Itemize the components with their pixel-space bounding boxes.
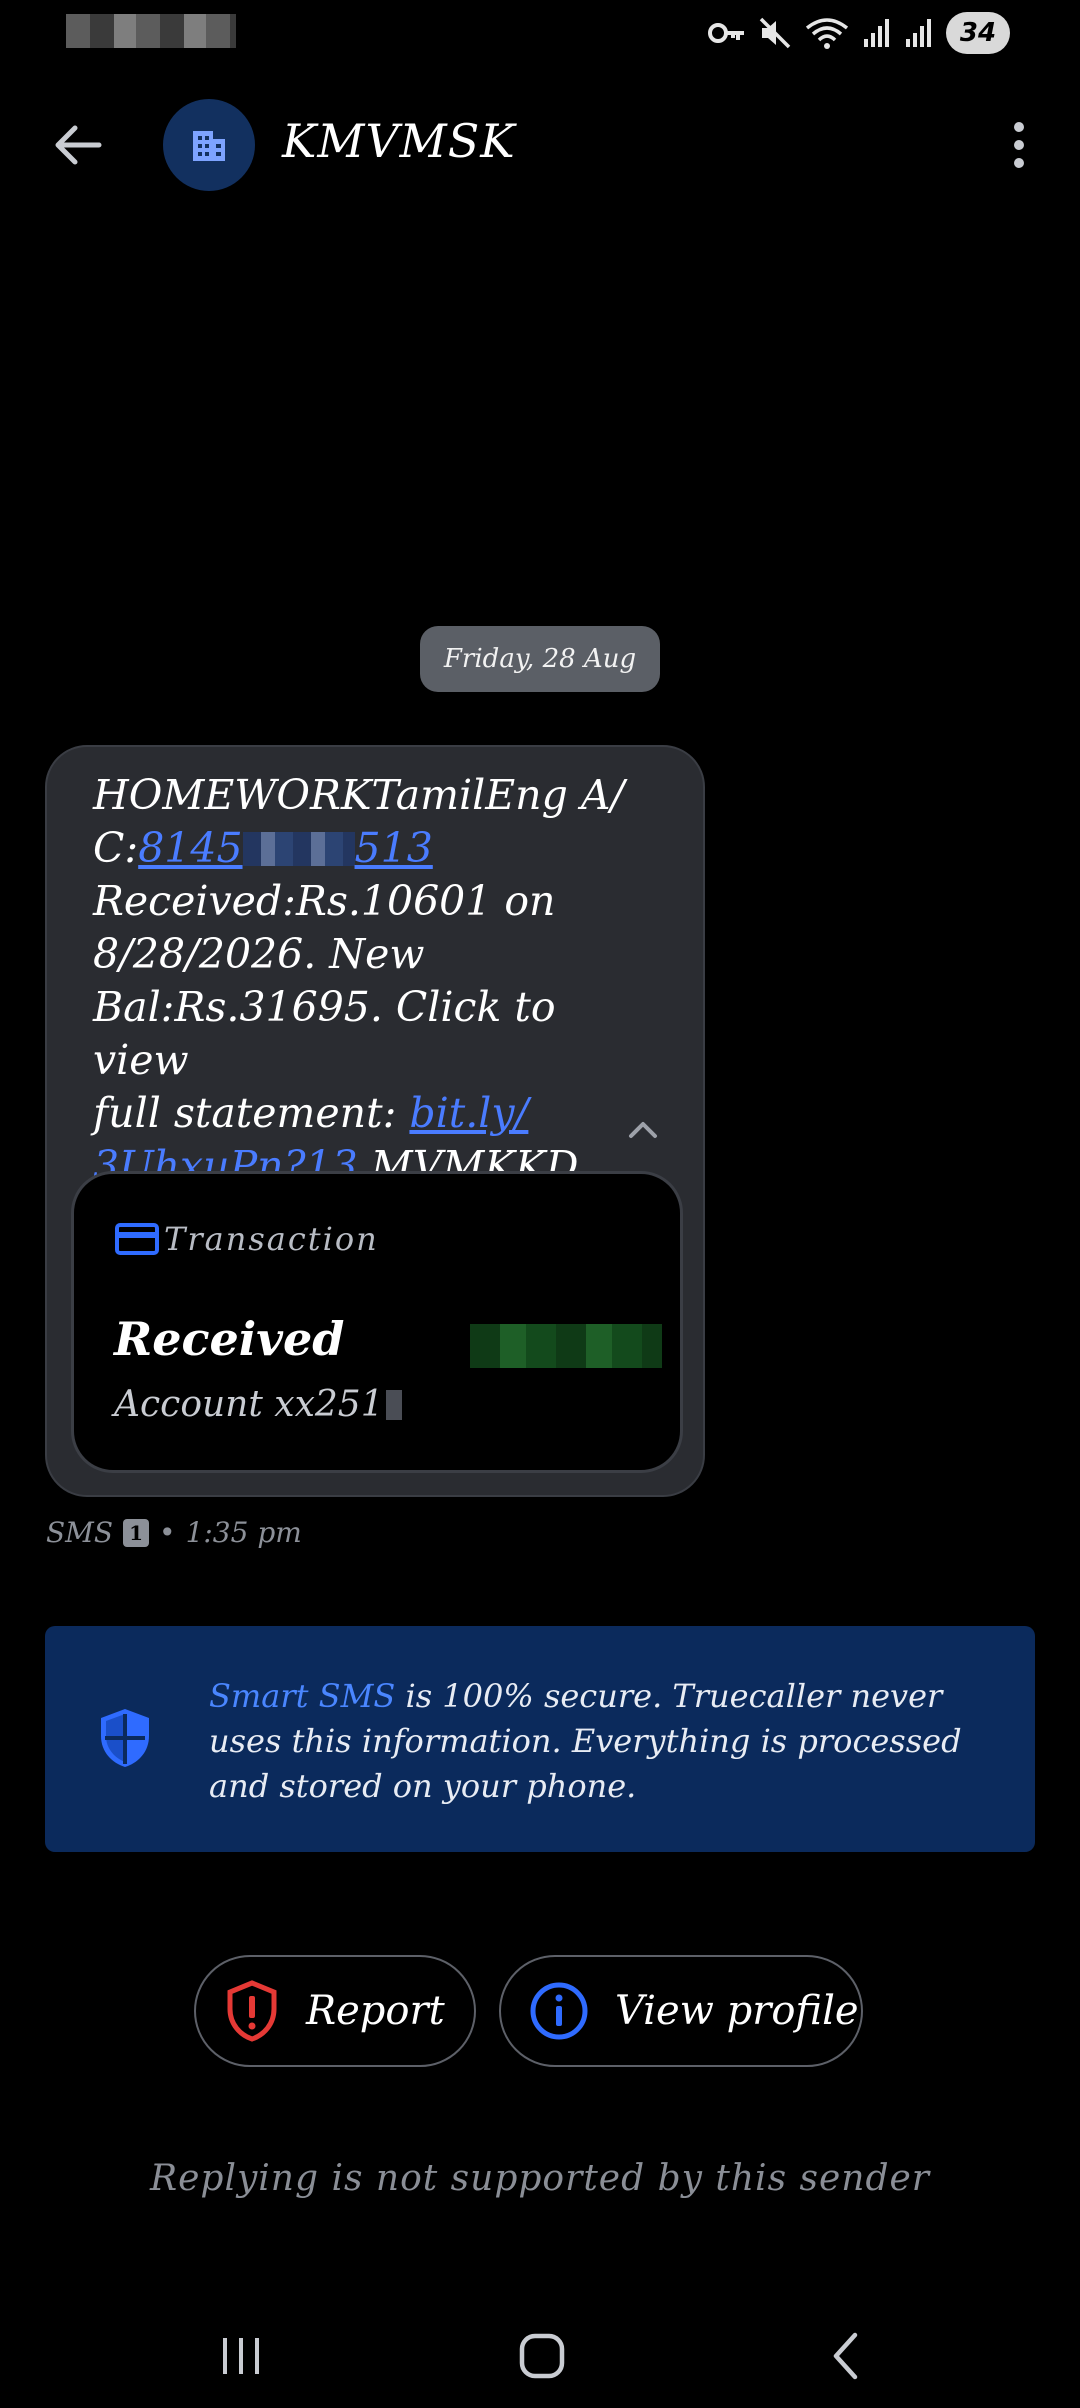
message-time: 1:35 pm <box>185 1516 302 1549</box>
transaction-label: Transaction <box>164 1220 379 1258</box>
system-back-button[interactable] <box>800 2324 890 2388</box>
reply-unsupported-note: Replying is not supported by this sender <box>149 2158 931 2199</box>
meta-separator: • <box>159 1516 176 1549</box>
report-button[interactable]: Report <box>194 1955 476 2067</box>
status-icons: 34 <box>708 12 1010 54</box>
status-bar: 34 <box>0 0 1080 64</box>
signal-icon <box>904 17 934 49</box>
battery-icon: 34 <box>946 12 1010 54</box>
app-bar: KMVMSK <box>0 90 1080 200</box>
report-label: Report <box>306 1988 445 2034</box>
smart-sms-link[interactable]: Smart SMS <box>209 1677 395 1715</box>
shield-alert-icon <box>227 1980 277 2042</box>
transaction-account: Account xx251 <box>114 1384 402 1425</box>
banner-text: Smart SMS is 100% secure. Truecaller nev… <box>209 1677 962 1805</box>
transaction-card[interactable]: Transaction Received Account xx251 <box>71 1171 683 1473</box>
smart-sms-banner: Smart SMS is 100% secure. Truecaller nev… <box>45 1626 1035 1852</box>
statement-link[interactable]: bit.ly/ <box>409 1089 528 1137</box>
sim-badge: 1 <box>123 1518 150 1547</box>
arrow-left-icon <box>55 125 102 165</box>
shield-icon <box>97 1706 153 1774</box>
back-button[interactable] <box>40 112 116 178</box>
home-button[interactable] <box>497 2324 587 2388</box>
transaction-status: Received <box>114 1312 345 1366</box>
message-line: HOMEWORKTamilEng A/ <box>93 771 625 819</box>
building-icon <box>193 131 225 161</box>
message-line: 8/28/2026. New <box>93 930 425 978</box>
message-channel: SMS <box>46 1516 114 1549</box>
message-bubble[interactable]: HOMEWORKTamilEng A/ C:8145 513 Received:R… <box>45 745 705 1497</box>
wifi-icon <box>804 16 850 50</box>
key-icon <box>708 18 746 48</box>
info-icon <box>530 1982 588 2040</box>
message-body: HOMEWORKTamilEng A/ C:8145 513 Received:R… <box>93 769 653 1193</box>
account-redacted <box>242 832 355 866</box>
account-prefix: C: <box>93 824 139 872</box>
collapse-button[interactable] <box>617 1107 669 1151</box>
view-profile-button[interactable]: View profile <box>499 1955 863 2067</box>
credit-card-icon <box>115 1223 159 1255</box>
message-meta: SMS 1 • 1:35 pm <box>46 1516 302 1549</box>
message-line: full statement: <box>93 1089 410 1137</box>
message-line: Bal:Rs.31695. Click to view <box>93 983 556 1084</box>
message-line: Received:Rs.10601 on <box>93 877 556 925</box>
sender-title[interactable]: KMVMSK <box>282 114 516 168</box>
account-number-link[interactable]: 8145 513 <box>138 824 433 872</box>
sender-avatar[interactable] <box>163 99 255 191</box>
status-bar-redacted <box>66 14 236 48</box>
back-icon <box>833 2332 858 2380</box>
view-profile-label: View profile <box>615 1988 859 2034</box>
more-menu-button[interactable] <box>984 110 1054 180</box>
home-icon <box>519 2333 565 2379</box>
more-vertical-icon <box>1014 122 1024 168</box>
signal-icon <box>862 17 892 49</box>
recent-apps-icon <box>223 2338 259 2374</box>
mute-icon <box>758 16 792 50</box>
transaction-header: Transaction <box>114 1220 379 1258</box>
recent-apps-button[interactable] <box>196 2324 286 2388</box>
navigation-bar <box>0 2300 1080 2408</box>
date-separator: Friday, 28 Aug <box>420 626 660 692</box>
transaction-amount-redacted <box>470 1324 662 1368</box>
chevron-up-icon <box>629 1122 657 1138</box>
screen: 34 KMVMSK Friday, 28 Aug HOMEWORKTamilEn… <box>0 0 1080 2408</box>
